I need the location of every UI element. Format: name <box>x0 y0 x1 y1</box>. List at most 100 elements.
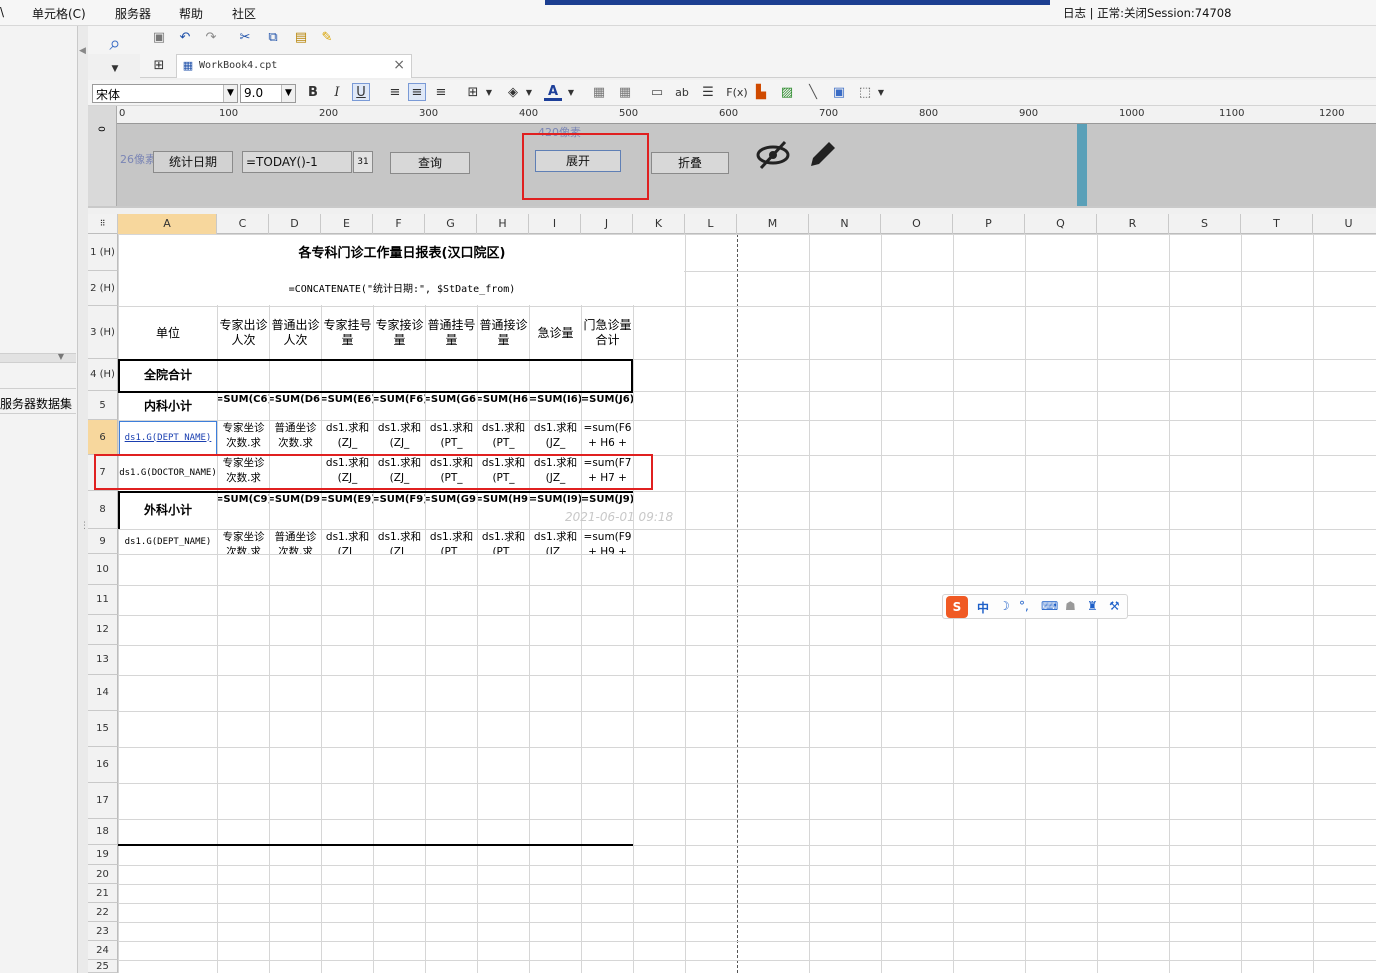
punctuation-icon[interactable]: °, <box>1019 599 1029 613</box>
column-header-P[interactable]: P <box>953 214 1025 234</box>
copy-icon[interactable]: ⧉ <box>264 29 282 47</box>
chevron-down-icon[interactable]: ▼ <box>480 84 498 102</box>
chevron-down-icon[interactable]: ▼ <box>872 84 890 102</box>
slash-icon[interactable]: ╲ <box>804 84 822 102</box>
date-label: 统计日期 <box>153 151 233 173</box>
column-header-H[interactable]: H <box>477 214 529 234</box>
close-tab-icon[interactable]: × <box>393 57 405 73</box>
font-color-icon[interactable]: A <box>544 83 562 101</box>
column-header-N[interactable]: N <box>809 214 881 234</box>
column-header-E[interactable]: E <box>321 214 373 234</box>
menu-item-community[interactable]: 社区 <box>232 5 256 22</box>
collapse-button[interactable]: 折叠 <box>651 152 729 174</box>
preview-dropdown-icon[interactable]: ▼ <box>106 60 124 78</box>
chevron-down-icon[interactable]: ▼ <box>562 84 580 102</box>
column-header-O[interactable]: O <box>881 214 953 234</box>
column-header-C[interactable]: C <box>217 214 269 234</box>
save-icon[interactable]: ▣ <box>150 29 168 47</box>
spreadsheet-grid[interactable] <box>88 214 1376 973</box>
vertical-ruler: 0 <box>88 106 117 206</box>
tab-row: ⊞ ▦ WorkBook4.cpt × <box>140 54 1376 78</box>
sogou-logo-icon[interactable]: S <box>946 596 968 618</box>
column-header-A[interactable]: A <box>118 214 217 234</box>
horizontal-ruler: 0 100 200 300 400 500 600 700 800 900 10… <box>117 106 1376 124</box>
highlight-expand-box <box>522 133 649 200</box>
italic-button[interactable]: I <box>328 84 346 102</box>
merge-cells-icon[interactable]: ▦ <box>590 84 608 102</box>
column-header-F[interactable]: F <box>373 214 425 234</box>
chart-icon[interactable]: ▙ <box>752 84 770 102</box>
status-text[interactable]: 日志 | 正常:关闭Session:74708 <box>1063 5 1231 21</box>
formula-icon[interactable]: F(x) <box>725 84 749 102</box>
redo-icon[interactable]: ↷ <box>202 29 220 47</box>
column-header-U[interactable]: U <box>1313 214 1376 234</box>
align-center-icon[interactable]: ≡ <box>408 83 426 101</box>
hide-icon[interactable] <box>755 138 791 172</box>
undo-icon[interactable]: ↶ <box>176 29 194 47</box>
new-sheet-icon[interactable]: ⊞ <box>150 57 168 75</box>
paste-icon[interactable]: ▤ <box>292 29 310 47</box>
skin-icon[interactable]: ♜ <box>1087 599 1098 613</box>
tab-label: WorkBook4.cpt <box>199 60 278 71</box>
left-panel: ▼ 服务器数据集 <box>0 26 78 973</box>
select-all-icon[interactable]: ⠿ <box>88 214 118 234</box>
font-size-select[interactable]: 9.0 ▼ <box>240 84 296 103</box>
paragraph-icon[interactable]: ☰ <box>699 84 717 102</box>
collapse-icon[interactable]: ▼ <box>58 352 64 361</box>
column-header-T[interactable]: T <box>1241 214 1313 234</box>
user-icon[interactable]: ☗ <box>1065 599 1076 613</box>
calendar-icon[interactable]: 31 <box>353 151 373 173</box>
column-header-M[interactable]: M <box>737 214 809 234</box>
ime-lang[interactable]: 中 <box>977 599 989 616</box>
menu-item-server[interactable]: 服务器 <box>115 5 151 22</box>
image-icon[interactable]: ▨ <box>778 84 796 102</box>
bold-button[interactable]: B <box>304 84 322 102</box>
panel-divider[interactable]: ▼ <box>0 352 76 363</box>
column-header-I[interactable]: I <box>529 214 581 234</box>
preview-icon[interactable]: ⌕ <box>102 33 128 60</box>
menu-item-help[interactable]: 帮助 <box>179 5 203 22</box>
underline-button[interactable]: U <box>352 83 370 101</box>
parameter-canvas[interactable]: 26像素 420像素 统计日期 =TODAY()-1 31 查询 展开 折叠 <box>117 124 1376 206</box>
align-left-icon[interactable]: ≡ <box>386 84 404 102</box>
chevron-down-icon[interactable]: ▼ <box>223 85 237 102</box>
server-dataset-tab[interactable]: 服务器数据集 <box>0 388 76 414</box>
unmerge-cells-icon[interactable]: ▦ <box>616 84 634 102</box>
cut-icon[interactable]: ✂ <box>236 29 254 47</box>
format-painter-icon[interactable]: ✎ <box>318 29 336 47</box>
title-accent-band <box>545 0 1050 5</box>
main-toolbar: ⌕ ▼ ▣ ↶ ↷ ✂ ⧉ ▤ ✎ <box>88 26 1376 74</box>
wrench-icon[interactable]: ⚒ <box>1109 599 1120 613</box>
column-header-J[interactable]: J <box>581 214 633 234</box>
cpt-file-icon: ▦ <box>182 59 194 72</box>
column-header-L[interactable]: L <box>685 214 737 234</box>
text-button[interactable]: ab <box>673 84 691 102</box>
height-label: 26像素 <box>120 153 156 166</box>
splitter[interactable]: ◀ ⋮ <box>78 26 89 973</box>
edit-pencil-icon[interactable] <box>805 138 839 172</box>
chevron-down-icon[interactable]: ▼ <box>520 84 538 102</box>
align-right-icon[interactable]: ≡ <box>432 84 450 102</box>
date-input[interactable]: =TODAY()-1 <box>242 151 352 173</box>
text-field-icon[interactable]: ▭ <box>648 84 666 102</box>
width-marker[interactable] <box>1077 124 1087 206</box>
format-toolbar: 宋体 ▼ 9.0 ▼ B I U ≡ ≡ ≡ ⊞ ▼ ◈ ▼ A ▼ ▦ ▦ ▭ a… <box>88 80 1376 106</box>
chevron-down-icon[interactable]: ▼ <box>281 85 295 102</box>
column-header-G[interactable]: G <box>425 214 477 234</box>
tab-workbook[interactable]: ▦ WorkBook4.cpt × <box>176 54 412 78</box>
font-family-select[interactable]: 宋体 ▼ <box>92 84 238 103</box>
column-header-Q[interactable]: Q <box>1025 214 1097 234</box>
column-header-bar: ⠿ ACDEFGHIJKLMNOPQRSTU <box>88 214 1376 234</box>
menu-bar: \ 单元格(C) 服务器 帮助 社区 日志 | 正常:关闭Session:747… <box>0 0 1376 26</box>
subreport-icon[interactable]: ▣ <box>830 84 848 102</box>
moon-icon[interactable]: ☽ <box>999 599 1010 613</box>
column-header-S[interactable]: S <box>1169 214 1241 234</box>
column-header-R[interactable]: R <box>1097 214 1169 234</box>
column-header-K[interactable]: K <box>633 214 685 234</box>
query-button[interactable]: 查询 <box>390 152 470 174</box>
ime-toolbar[interactable]: S 中 ☽ °, ⌨ ☗ ♜ ⚒ <box>942 594 1128 619</box>
splitter-arrow-icon[interactable]: ◀ <box>79 46 86 56</box>
keyboard-icon[interactable]: ⌨ <box>1041 599 1058 613</box>
menu-item-cell[interactable]: 单元格(C) <box>32 5 86 22</box>
column-header-D[interactable]: D <box>269 214 321 234</box>
